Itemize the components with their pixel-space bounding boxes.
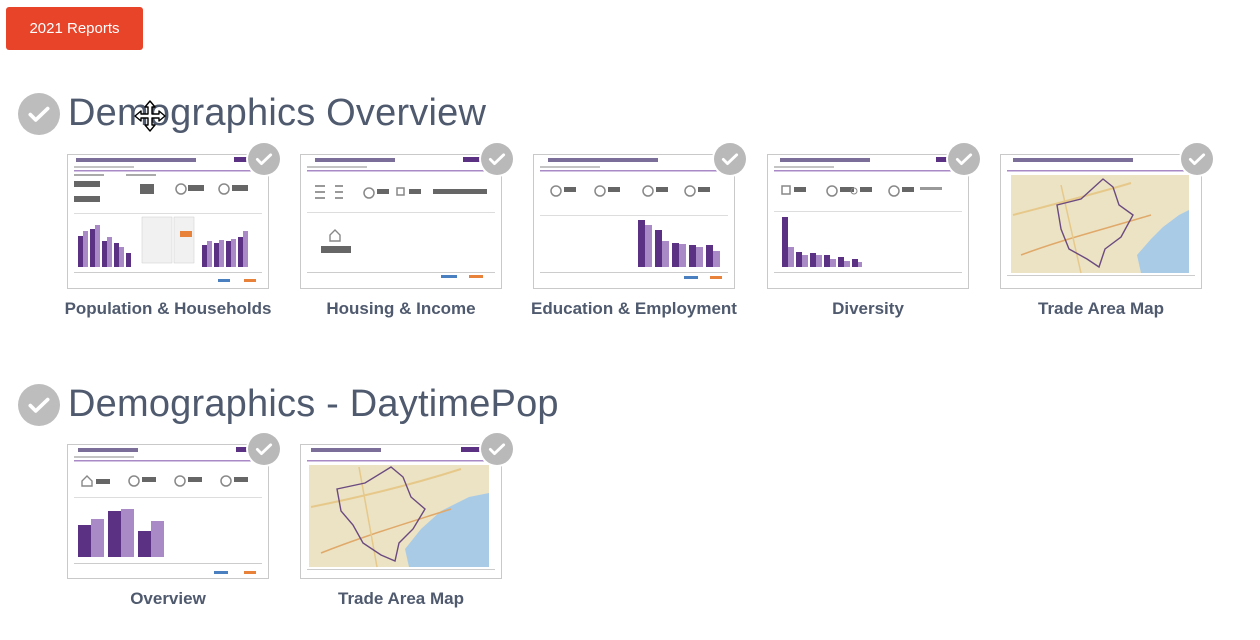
- card-label[interactable]: Education & Employment: [527, 295, 741, 322]
- map-preview: [307, 447, 495, 570]
- check-icon[interactable]: [1181, 143, 1213, 175]
- check-icon[interactable]: [481, 433, 513, 465]
- report-thumbnail[interactable]: [1000, 143, 1213, 289]
- card-label[interactable]: Trade Area Map: [294, 585, 508, 612]
- section-title: Demographics - DaytimePop: [68, 383, 559, 425]
- report-card-population-households[interactable]: Population & Households: [65, 143, 280, 322]
- section-demographics-daytimepop[interactable]: Demographics - DaytimePop: [18, 383, 559, 426]
- check-icon[interactable]: [481, 143, 513, 175]
- report-card-trade-area-map[interactable]: Trade Area Map: [1000, 143, 1213, 322]
- map-preview: [1007, 158, 1195, 276]
- report-card-diversity[interactable]: Diversity: [767, 143, 980, 322]
- report-card-education-employment[interactable]: Education & Employment: [531, 143, 746, 322]
- card-label[interactable]: Housing & Income: [294, 295, 508, 322]
- card-label[interactable]: Population & Households: [61, 295, 275, 322]
- report-page-preview: [307, 157, 495, 278]
- report-thumbnail[interactable]: [300, 433, 513, 579]
- check-icon[interactable]: [714, 143, 746, 175]
- report-thumbnail[interactable]: [533, 143, 746, 289]
- check-icon[interactable]: [248, 143, 280, 175]
- move-cursor-icon: [134, 100, 166, 132]
- report-page-preview: [540, 157, 728, 279]
- card-label[interactable]: Trade Area Map: [994, 295, 1208, 322]
- card-label[interactable]: Diversity: [761, 295, 975, 322]
- report-thumbnail[interactable]: [67, 143, 280, 289]
- report-page-preview: [74, 447, 262, 574]
- reports-2021-button[interactable]: 2021 Reports: [6, 7, 143, 50]
- report-card-trade-area-map-daytime[interactable]: Trade Area Map: [300, 433, 513, 612]
- report-thumbnail[interactable]: [300, 143, 513, 289]
- check-icon[interactable]: [948, 143, 980, 175]
- report-card-housing-income[interactable]: Housing & Income: [300, 143, 513, 322]
- report-thumbnail[interactable]: [67, 433, 280, 579]
- card-label[interactable]: Overview: [61, 585, 275, 612]
- report-card-overview[interactable]: Overview: [67, 433, 280, 612]
- check-icon[interactable]: [18, 92, 60, 135]
- section-title: Demographics Overview: [68, 92, 487, 134]
- section-demographics-overview[interactable]: Demographics Overview: [18, 92, 486, 135]
- report-page-preview: [74, 157, 262, 282]
- check-icon[interactable]: [248, 433, 280, 465]
- report-page-preview: [774, 157, 962, 273]
- check-icon[interactable]: [18, 383, 60, 426]
- report-thumbnail[interactable]: [767, 143, 980, 289]
